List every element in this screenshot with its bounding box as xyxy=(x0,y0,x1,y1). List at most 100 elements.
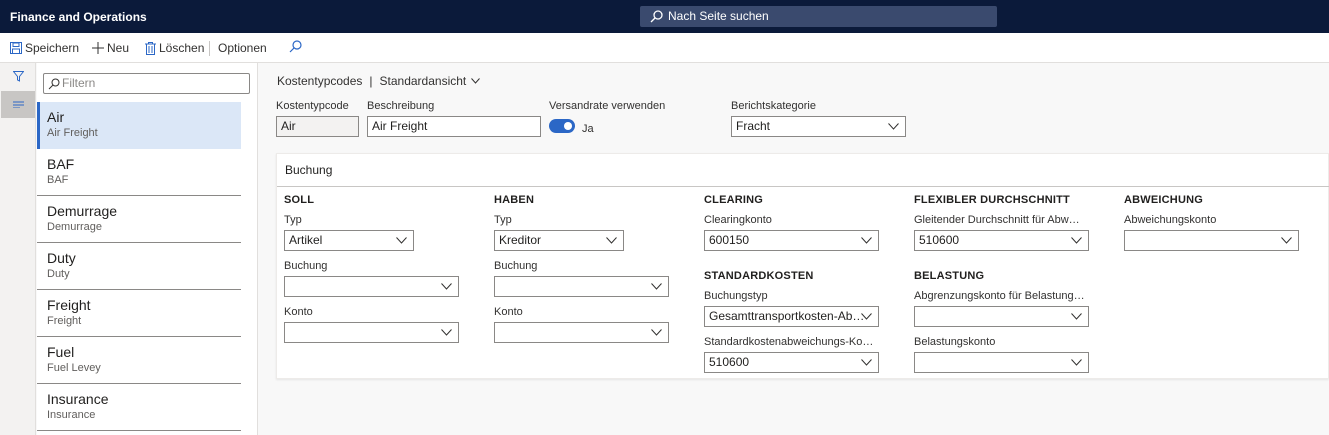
chevron-down-icon xyxy=(1071,359,1082,366)
debit-account-label: Konto xyxy=(284,306,313,318)
standard-variance-value: 510600 xyxy=(709,355,750,369)
list-item-title: Air xyxy=(47,109,65,125)
delete-label: Löschen xyxy=(159,41,205,55)
credit-type-label: Typ xyxy=(494,214,512,226)
list-item[interactable]: Duty Duty xyxy=(37,243,241,290)
posting-type-select[interactable]: Gesamttransportkosten-Ab… xyxy=(704,306,879,327)
page-search[interactable]: Nach Seite suchen xyxy=(640,6,997,27)
filter-pane-button[interactable] xyxy=(1,63,35,90)
credit-account-select[interactable] xyxy=(494,322,669,343)
shipping-rate-label: Versandrate verwenden xyxy=(549,100,666,112)
list-item[interactable]: BAF BAF xyxy=(37,149,241,196)
breadcrumb-separator: | xyxy=(369,74,373,88)
chevron-down-icon xyxy=(606,237,617,244)
filter-input[interactable]: Filtern xyxy=(43,73,250,94)
top-bar: Finance and Operations Nach Seite suchen xyxy=(0,0,1329,33)
standard-cost-heading: STANDARDKOSTEN xyxy=(704,270,814,282)
debit-type-select[interactable]: Artikel xyxy=(284,230,414,251)
list-item-title: Duty xyxy=(47,250,76,266)
credit-posting-select[interactable] xyxy=(494,276,669,297)
list-item[interactable]: Insurance Insurance xyxy=(37,384,241,431)
posting-type-label: Buchungstyp xyxy=(704,290,768,302)
new-label: Neu xyxy=(107,41,130,55)
code-field[interactable]: Air xyxy=(276,116,359,137)
save-button[interactable]: Speichern xyxy=(10,41,79,55)
filter-placeholder: Filtern xyxy=(62,76,96,90)
list-item-subtitle: Demurrage xyxy=(47,221,103,233)
clearing-account-select[interactable]: 600150 xyxy=(704,230,879,251)
chevron-down-icon xyxy=(396,237,407,244)
save-icon xyxy=(10,42,22,54)
search-icon xyxy=(289,40,302,53)
moving-average-label: Gleitender Durchschnitt für Abw… xyxy=(914,214,1080,226)
detail-pane: Kostentypcodes | Standardansicht Kostent… xyxy=(258,63,1329,435)
charge-account-select[interactable] xyxy=(914,352,1089,373)
clearing-account-value: 600150 xyxy=(709,233,750,247)
chevron-down-icon xyxy=(888,123,899,130)
debit-type-value: Artikel xyxy=(289,233,323,247)
list-item[interactable]: Air Air Freight xyxy=(37,102,241,149)
charge-accrual-select[interactable] xyxy=(914,306,1089,327)
breadcrumb: Kostentypcodes | Standardansicht xyxy=(277,74,481,88)
debit-posting-select[interactable] xyxy=(284,276,459,297)
posting-title[interactable]: Buchung xyxy=(285,163,332,177)
list-item-subtitle: Freight xyxy=(47,315,82,327)
chevron-down-icon[interactable] xyxy=(471,78,481,84)
clearing-heading: CLEARING xyxy=(704,194,764,206)
list-view-button[interactable] xyxy=(1,91,35,118)
charge-accrual-label: Abgrenzungskonto für Belastung… xyxy=(914,290,1085,302)
credit-type-select[interactable]: Kreditor xyxy=(494,230,624,251)
list-item-title: Demurrage xyxy=(47,203,118,219)
shipping-rate-toggle[interactable] xyxy=(549,119,575,133)
chevron-down-icon xyxy=(861,359,872,366)
options-button[interactable]: Optionen xyxy=(218,41,267,55)
posting-type-value: Gesamttransportkosten-Ab… xyxy=(709,309,865,323)
variance-account-label: Abweichungskonto xyxy=(1124,214,1217,226)
list-item-title: Freight xyxy=(47,297,91,313)
credit-account-label: Konto xyxy=(494,306,523,318)
action-search-button[interactable] xyxy=(289,40,305,53)
moving-average-value: 510600 xyxy=(919,233,960,247)
view-selector[interactable]: Standardansicht xyxy=(380,74,467,88)
code-value: Air xyxy=(281,119,296,133)
moving-average-select[interactable]: 510600 xyxy=(914,230,1089,251)
posting-card: Buchung SOLL Typ Artikel Buchung Konto H… xyxy=(276,153,1329,379)
charge-account-label: Belastungskonto xyxy=(914,336,996,348)
standard-variance-label: Standardkostenabweichungs-Ko… xyxy=(704,336,874,348)
clearing-account-label: Clearingkonto xyxy=(704,214,772,226)
chevron-down-icon xyxy=(651,283,662,290)
credit-heading: HABEN xyxy=(494,194,535,206)
report-category-label: Berichtskategorie xyxy=(731,100,816,112)
standard-variance-select[interactable]: 510600 xyxy=(704,352,879,373)
variance-heading: ABWEICHUNG xyxy=(1124,194,1203,206)
report-category-select[interactable]: Fracht xyxy=(731,116,906,137)
code-label: Kostentypcode xyxy=(276,100,349,112)
search-icon xyxy=(48,78,60,90)
description-field[interactable]: Air Freight xyxy=(367,116,541,137)
list-item[interactable]: Demurrage Demurrage xyxy=(37,196,241,243)
save-label: Speichern xyxy=(25,41,80,55)
list-item[interactable]: Freight Freight xyxy=(37,290,241,337)
chevron-down-icon xyxy=(1281,237,1292,244)
list-item-subtitle: Fuel Levey xyxy=(47,362,101,374)
action-bar: Speichern Neu Löschen Optionen xyxy=(0,33,1329,63)
delete-button[interactable]: Löschen xyxy=(145,41,204,55)
credit-posting-label: Buchung xyxy=(494,260,538,272)
debit-heading: SOLL xyxy=(284,194,315,206)
action-separator xyxy=(209,41,210,56)
variance-account-select[interactable] xyxy=(1124,230,1299,251)
list-item-subtitle: BAF xyxy=(47,174,69,186)
list-item-subtitle: Insurance xyxy=(47,409,96,421)
credit-type-value: Kreditor xyxy=(499,233,542,247)
funnel-icon xyxy=(12,71,24,82)
list-item[interactable]: Fuel Fuel Levey xyxy=(37,337,241,384)
moving-average-heading: FLEXIBLER DURCHSCHNITT xyxy=(914,194,1070,206)
debit-account-select[interactable] xyxy=(284,322,459,343)
new-button[interactable]: Neu xyxy=(92,41,129,55)
plus-icon xyxy=(92,42,104,54)
list-icon xyxy=(12,101,24,108)
list-item-title: Insurance xyxy=(47,391,109,407)
divider xyxy=(277,186,1329,187)
charge-heading: BELASTUNG xyxy=(914,270,985,282)
chevron-down-icon xyxy=(1071,313,1082,320)
